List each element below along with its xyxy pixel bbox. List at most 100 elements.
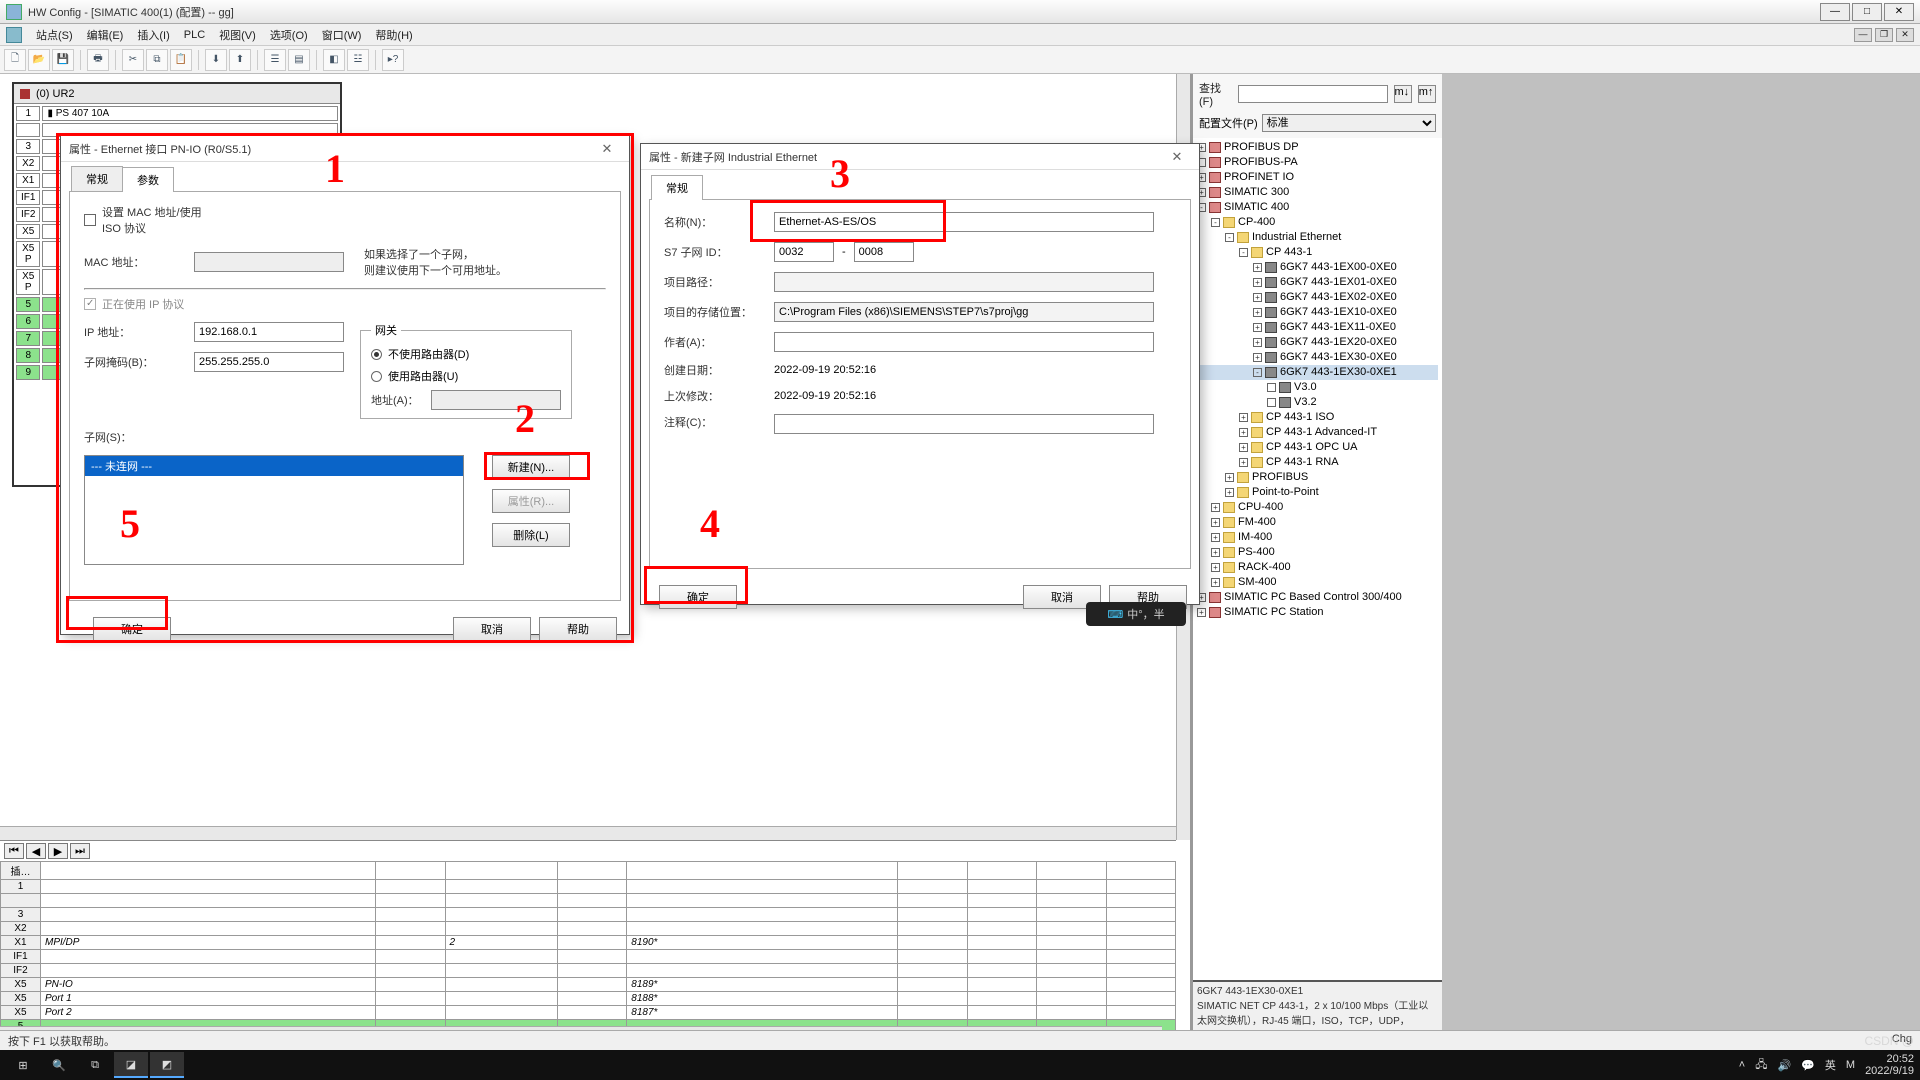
profile-select[interactable]: 标准 bbox=[1262, 114, 1436, 132]
tray-volume-icon[interactable]: 🔊 bbox=[1777, 1059, 1791, 1072]
catalog-tree[interactable]: +PROFIBUS DP PROFIBUS-PA+PROFINET IO+SIM… bbox=[1193, 138, 1442, 980]
delete-subnet-button[interactable]: 删除(L) bbox=[492, 523, 570, 547]
rack-header[interactable]: (0) UR2 bbox=[14, 84, 340, 104]
tb-catalog-icon[interactable]: ◧ bbox=[323, 49, 345, 71]
search-icon[interactable]: 🔍 bbox=[42, 1052, 76, 1078]
window-minimize[interactable]: — bbox=[1820, 3, 1850, 21]
dialog1-cancel-button[interactable]: 取消 bbox=[453, 617, 531, 641]
nav-first-icon[interactable]: ⏮ bbox=[4, 843, 24, 859]
horizontal-scrollbar[interactable] bbox=[0, 826, 1176, 840]
grid-row[interactable]: 1 bbox=[1, 880, 1176, 894]
taskbar-app-2[interactable]: ◩ bbox=[150, 1052, 184, 1078]
no-router-radio[interactable] bbox=[371, 349, 382, 360]
menu-edit[interactable]: 编辑(E) bbox=[87, 27, 124, 43]
menu-insert[interactable]: 插入(I) bbox=[137, 27, 169, 43]
tree-node[interactable]: +PROFIBUS DP bbox=[1197, 140, 1438, 155]
tree-node[interactable]: -CP-400 bbox=[1197, 215, 1438, 230]
grid-row[interactable]: X5PN-IO8189* bbox=[1, 978, 1176, 992]
tree-node[interactable]: PROFIBUS-PA bbox=[1197, 155, 1438, 170]
new-subnet-button[interactable]: 新建(N)... bbox=[492, 455, 570, 479]
tree-node[interactable]: +RACK-400 bbox=[1197, 560, 1438, 575]
gw-addr-input[interactable] bbox=[431, 390, 561, 410]
dialog1-close-icon[interactable]: ✕ bbox=[593, 139, 621, 159]
tree-node[interactable]: +6GK7 443-1EX02-0XE0 bbox=[1197, 290, 1438, 305]
tree-node[interactable]: +CP 443-1 Advanced-IT bbox=[1197, 425, 1438, 440]
comment-textarea[interactable] bbox=[774, 414, 1154, 434]
tree-node[interactable]: +IM-400 bbox=[1197, 530, 1438, 545]
tray-lang[interactable]: 英 bbox=[1825, 1057, 1836, 1073]
tb-copy-icon[interactable]: ⧉ bbox=[146, 49, 168, 71]
tb-help-icon[interactable]: ▸? bbox=[382, 49, 404, 71]
tree-node[interactable]: +6GK7 443-1EX00-0XE0 bbox=[1197, 260, 1438, 275]
grid-row[interactable]: X5Port 18188* bbox=[1, 992, 1176, 1006]
tree-node[interactable]: +CP 443-1 ISO bbox=[1197, 410, 1438, 425]
tray-network-icon[interactable]: 🖧 bbox=[1755, 1056, 1767, 1075]
tb-module-icon[interactable]: ▤ bbox=[288, 49, 310, 71]
tree-node[interactable]: -6GK7 443-1EX30-0XE1 bbox=[1197, 365, 1438, 380]
menu-plc[interactable]: PLC bbox=[184, 29, 205, 41]
menu-options[interactable]: 选项(O) bbox=[270, 27, 308, 43]
tray-notify-icon[interactable]: 💬 bbox=[1801, 1059, 1815, 1072]
tree-node[interactable]: +SIMATIC 300 bbox=[1197, 185, 1438, 200]
grid-row[interactable] bbox=[1, 894, 1176, 908]
mac-checkbox[interactable] bbox=[84, 214, 96, 226]
search-down-icon[interactable]: m↓ bbox=[1394, 85, 1412, 103]
tree-node[interactable]: +Point-to-Point bbox=[1197, 485, 1438, 500]
tb-cut-icon[interactable]: ✂ bbox=[122, 49, 144, 71]
tree-node[interactable]: +6GK7 443-1EX01-0XE0 bbox=[1197, 275, 1438, 290]
grid-row[interactable]: IF1 bbox=[1, 950, 1176, 964]
tb-download-icon[interactable]: ⬇ bbox=[205, 49, 227, 71]
mdi-close[interactable]: ✕ bbox=[1896, 28, 1914, 42]
grid-row[interactable]: X2 bbox=[1, 922, 1176, 936]
tab-general-1[interactable]: 常规 bbox=[71, 166, 123, 191]
search-input[interactable] bbox=[1238, 85, 1388, 103]
mac-input[interactable] bbox=[194, 252, 344, 272]
taskview-icon[interactable]: ⧉ bbox=[78, 1052, 112, 1078]
tree-node[interactable]: +PS-400 bbox=[1197, 545, 1438, 560]
tree-node[interactable]: +CP 443-1 RNA bbox=[1197, 455, 1438, 470]
tb-print-icon[interactable]: 🖶 bbox=[87, 49, 109, 71]
dialog2-close-icon[interactable]: ✕ bbox=[1163, 147, 1191, 167]
subnet-item-notconnected[interactable]: --- 未连网 --- bbox=[85, 456, 463, 476]
menu-help[interactable]: 帮助(H) bbox=[375, 27, 412, 43]
name-input[interactable] bbox=[774, 212, 1154, 232]
tree-node[interactable]: +SIMATIC PC Based Control 300/400 bbox=[1197, 590, 1438, 605]
tree-node[interactable]: +SM-400 bbox=[1197, 575, 1438, 590]
author-input[interactable] bbox=[774, 332, 1154, 352]
tree-node[interactable]: +PROFIBUS bbox=[1197, 470, 1438, 485]
tray-up-icon[interactable]: ˄ bbox=[1739, 1059, 1745, 1071]
tb-list-icon[interactable]: ☳ bbox=[347, 49, 369, 71]
dialog1-help-button[interactable]: 帮助 bbox=[539, 617, 617, 641]
tree-node[interactable]: +CPU-400 bbox=[1197, 500, 1438, 515]
tree-node[interactable]: +6GK7 443-1EX10-0XE0 bbox=[1197, 305, 1438, 320]
menu-window[interactable]: 窗口(W) bbox=[322, 27, 362, 43]
grid-row[interactable]: 3 bbox=[1, 908, 1176, 922]
tray-date[interactable]: 2022/9/19 bbox=[1865, 1065, 1914, 1077]
grid-row[interactable]: X1MPI/DP28190* bbox=[1, 936, 1176, 950]
grid-row[interactable]: IF2 bbox=[1, 964, 1176, 978]
search-up-icon[interactable]: m↑ bbox=[1418, 85, 1436, 103]
grid-table[interactable]: 插…1 3 X2 X1MPI/DP28190* IF1 IF2 X5PN-IO8… bbox=[0, 861, 1176, 1034]
tree-node[interactable]: +6GK7 443-1EX30-0XE0 bbox=[1197, 350, 1438, 365]
tree-node[interactable]: -Industrial Ethernet bbox=[1197, 230, 1438, 245]
nav-last-icon[interactable]: ⏭ bbox=[70, 843, 90, 859]
s7id-b-input[interactable] bbox=[854, 242, 914, 262]
tray-ime-icon[interactable]: M bbox=[1846, 1059, 1855, 1071]
tb-open-icon[interactable]: 📂 bbox=[28, 49, 50, 71]
menu-station[interactable]: 站点(S) bbox=[36, 27, 73, 43]
grid-row[interactable]: X5Port 28187* bbox=[1, 1006, 1176, 1020]
tree-node[interactable]: +6GK7 443-1EX11-0XE0 bbox=[1197, 320, 1438, 335]
tree-node[interactable]: V3.2 bbox=[1197, 395, 1438, 410]
tab-params[interactable]: 参数 bbox=[122, 167, 174, 192]
window-close[interactable]: ✕ bbox=[1884, 3, 1914, 21]
tray-time[interactable]: 20:52 bbox=[1865, 1053, 1914, 1065]
ip-input[interactable] bbox=[194, 322, 344, 342]
tree-node[interactable]: V3.0 bbox=[1197, 380, 1438, 395]
tb-network-icon[interactable]: ☰ bbox=[264, 49, 286, 71]
tb-new-icon[interactable]: 🗋 bbox=[4, 49, 26, 71]
store-input[interactable] bbox=[774, 302, 1154, 322]
tree-node[interactable]: -CP 443-1 bbox=[1197, 245, 1438, 260]
nav-next-icon[interactable]: ▶ bbox=[48, 843, 68, 859]
use-router-radio[interactable] bbox=[371, 371, 382, 382]
tree-node[interactable]: +FM-400 bbox=[1197, 515, 1438, 530]
